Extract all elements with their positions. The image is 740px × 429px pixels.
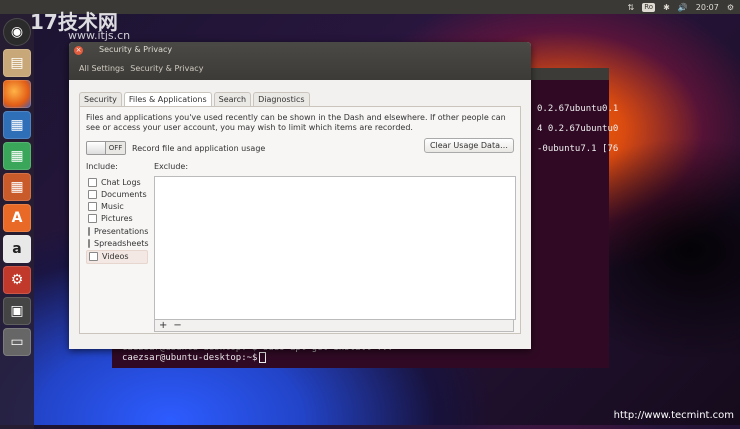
security-privacy-window: × Security & Privacy All Settings Securi… xyxy=(69,42,531,349)
include-section: Include: Chat Logs Documents Music Pictu… xyxy=(86,162,149,264)
include-item-label: Spreadsheets xyxy=(94,238,149,248)
firefox-icon[interactable] xyxy=(3,80,31,108)
cursor xyxy=(259,352,267,363)
workspace-switcher-icon[interactable]: ▣ xyxy=(3,297,31,325)
checkbox[interactable] xyxy=(88,214,97,224)
exclude-toolbar: + − xyxy=(154,320,514,332)
breadcrumb-security-privacy[interactable]: Security & Privacy xyxy=(130,64,203,73)
prompt-text: caezsar@ubuntu-desktop:~$ xyxy=(122,353,258,363)
include-label: Include: xyxy=(86,162,118,171)
tab-files-applications[interactable]: Files & Applications xyxy=(123,92,212,106)
keyboard-layout-indicator[interactable]: Ro xyxy=(642,2,656,12)
terminal-prompt[interactable]: caezsar@ubuntu-desktop:~$ xyxy=(122,352,267,363)
include-item-chat-logs[interactable]: Chat Logs xyxy=(86,176,148,188)
tab-search[interactable]: Search xyxy=(213,92,252,106)
include-item-label: Documents xyxy=(101,189,147,199)
record-toggle[interactable]: OFF xyxy=(86,141,126,155)
include-item-label: Music xyxy=(101,202,124,212)
watermark-site: www.itjs.cn xyxy=(68,29,131,42)
include-item-documents[interactable]: Documents xyxy=(86,188,148,200)
exclude-label: Exclude: xyxy=(154,162,189,171)
breadcrumb-all-settings[interactable]: All Settings xyxy=(79,64,124,73)
tecmint-watermark: http://www.tecmint.com xyxy=(613,410,734,421)
record-label: Record file and application usage xyxy=(132,143,266,153)
include-item-label: Presentations xyxy=(94,226,149,236)
terminal-line: -0ubuntu7.1 [76 xyxy=(537,144,619,154)
remove-button[interactable]: − xyxy=(173,320,181,331)
files-applications-panel: Files and applications you've used recen… xyxy=(79,106,521,334)
bluetooth-icon[interactable]: ✱ xyxy=(663,3,670,12)
tab-security[interactable]: Security xyxy=(79,92,122,106)
checkbox[interactable] xyxy=(89,252,98,262)
impress-icon[interactable]: ▦ xyxy=(3,173,31,201)
settings-icon[interactable]: ⚙ xyxy=(3,266,31,294)
tab-bar: Security Files & Applications Search Dia… xyxy=(79,92,521,106)
exclude-section: Exclude: + − xyxy=(154,162,516,332)
writer-icon[interactable]: ▦ xyxy=(3,111,31,139)
breadcrumb: All Settings Security & Privacy xyxy=(79,64,203,73)
titlebar[interactable]: × Security & Privacy All Settings Securi… xyxy=(69,42,531,80)
gear-icon[interactable]: ⚙ xyxy=(727,3,734,12)
include-item-pictures[interactable]: Pictures xyxy=(86,213,148,225)
description: Files and applications you've used recen… xyxy=(86,113,506,132)
terminal-line: 4 0.2.67ubuntu0 xyxy=(537,124,619,134)
include-item-presentations[interactable]: Presentations xyxy=(86,225,148,237)
volume-icon[interactable]: 🔊 xyxy=(678,3,688,12)
include-item-videos[interactable]: Videos xyxy=(86,249,148,264)
include-item-label: Videos xyxy=(102,252,129,262)
software-center-icon[interactable]: A xyxy=(3,204,31,232)
include-item-label: Pictures xyxy=(101,214,133,224)
checkbox[interactable] xyxy=(88,238,90,248)
close-button[interactable]: × xyxy=(74,46,83,55)
tab-diagnostics[interactable]: Diagnostics xyxy=(253,92,310,106)
checkbox[interactable] xyxy=(88,189,97,199)
clock[interactable]: 20:07 xyxy=(696,3,719,12)
launcher: ◉ ▤ ▦ ▦ ▦ A a ⚙ >_ ▣ ▭ xyxy=(0,14,142,429)
files-icon[interactable]: ▤ xyxy=(3,49,31,77)
checkbox[interactable] xyxy=(88,202,97,212)
removable-drive-icon[interactable]: ▭ xyxy=(3,328,31,356)
toggle-knob xyxy=(87,142,106,154)
dash-icon[interactable]: ◉ xyxy=(3,18,31,46)
toggle-state: OFF xyxy=(106,142,125,154)
network-icon[interactable]: ⇅ xyxy=(628,3,635,12)
include-item-music[interactable]: Music xyxy=(86,201,148,213)
clear-usage-data-button[interactable]: Clear Usage Data… xyxy=(423,138,514,153)
calc-icon[interactable]: ▦ xyxy=(3,142,31,170)
checkbox[interactable] xyxy=(88,226,90,236)
terminal-line: 0.2.67ubuntu0.1 xyxy=(537,104,619,114)
add-button[interactable]: + xyxy=(159,320,167,331)
exclude-list[interactable] xyxy=(154,176,516,320)
checkbox[interactable] xyxy=(88,177,97,187)
include-item-spreadsheets[interactable]: Spreadsheets xyxy=(86,237,149,249)
window-title: Security & Privacy xyxy=(99,45,173,54)
include-item-label: Chat Logs xyxy=(101,177,141,187)
amazon-icon[interactable]: a xyxy=(3,235,31,263)
